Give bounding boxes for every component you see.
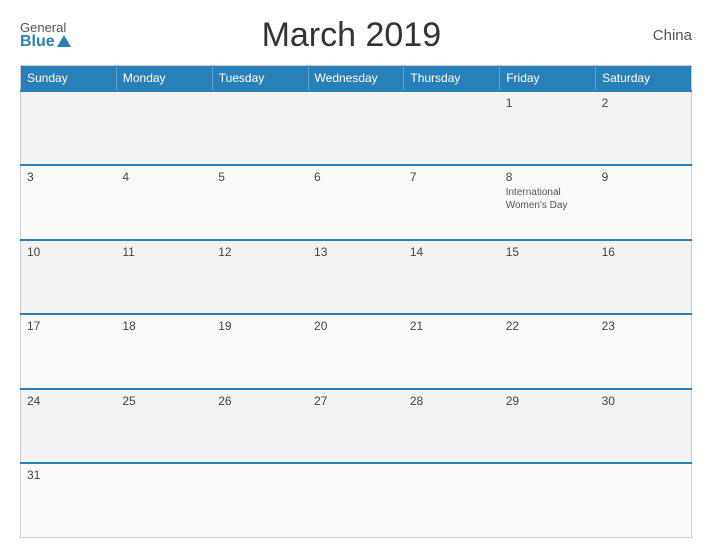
calendar-cell	[500, 463, 596, 537]
calendar-cell: 28	[404, 389, 500, 463]
calendar-cell: 12	[212, 240, 308, 314]
calendar-cell: 18	[116, 314, 212, 388]
calendar-cell: 3	[21, 165, 117, 239]
calendar-cell: 16	[596, 240, 692, 314]
week-row-2: 345678 International Women's Day 9	[21, 165, 692, 239]
calendar-cell: 24	[21, 389, 117, 463]
day-number: 13	[314, 245, 398, 259]
day-number: 28	[410, 394, 494, 408]
logo-triangle-icon	[57, 35, 71, 47]
calendar-cell: 30	[596, 389, 692, 463]
day-number: 7	[410, 170, 494, 184]
calendar-cell	[308, 463, 404, 537]
weekday-thursday: Thursday	[404, 66, 500, 92]
day-number: 14	[410, 245, 494, 259]
header: General Blue March 2019 China	[20, 16, 692, 55]
day-number: 5	[218, 170, 302, 184]
calendar-cell: 8 International Women's Day	[500, 165, 596, 239]
calendar-cell: 5	[212, 165, 308, 239]
event-label: International Women's Day	[506, 186, 590, 212]
calendar-cell: 7	[404, 165, 500, 239]
calendar-cell: 13	[308, 240, 404, 314]
calendar-cell: 21	[404, 314, 500, 388]
day-number: 27	[314, 394, 398, 408]
week-row-5: 24 25 26 27 28 29 30	[21, 389, 692, 463]
calendar-cell: 6	[308, 165, 404, 239]
calendar-cell: 19	[212, 314, 308, 388]
calendar-cell: 10	[21, 240, 117, 314]
day-number: 31	[27, 468, 110, 482]
weekday-monday: Monday	[116, 66, 212, 92]
weekday-header-row: SundayMondayTuesdayWednesdayThursdayFrid…	[21, 66, 692, 92]
logo: General Blue	[20, 21, 71, 50]
day-number: 17	[27, 319, 110, 333]
calendar-cell: 27	[308, 389, 404, 463]
day-number: 16	[602, 245, 685, 259]
weekday-tuesday: Tuesday	[212, 66, 308, 92]
day-number: 3	[27, 170, 110, 184]
calendar-cell: 20	[308, 314, 404, 388]
calendar-cell	[308, 91, 404, 165]
calendar-cell: 25	[116, 389, 212, 463]
country-label: China	[632, 27, 692, 44]
calendar-cell	[596, 463, 692, 537]
weekday-sunday: Sunday	[21, 66, 117, 92]
calendar-cell: 11	[116, 240, 212, 314]
day-number: 26	[218, 394, 302, 408]
day-number: 19	[218, 319, 302, 333]
calendar-cell: 9	[596, 165, 692, 239]
calendar-cell: 17	[21, 314, 117, 388]
weekday-friday: Friday	[500, 66, 596, 92]
day-number: 11	[122, 245, 206, 259]
calendar-cell	[116, 463, 212, 537]
calendar-cell: 14	[404, 240, 500, 314]
calendar-table: SundayMondayTuesdayWednesdayThursdayFrid…	[20, 65, 692, 538]
day-number: 15	[506, 245, 590, 259]
calendar-cell	[116, 91, 212, 165]
day-number: 8	[506, 170, 590, 184]
calendar-cell: 1	[500, 91, 596, 165]
week-row-1: 12	[21, 91, 692, 165]
day-number: 29	[506, 394, 590, 408]
calendar-cell: 26	[212, 389, 308, 463]
weekday-saturday: Saturday	[596, 66, 692, 92]
calendar-cell: 4	[116, 165, 212, 239]
day-number: 24	[27, 394, 110, 408]
logo-blue-text: Blue	[20, 34, 71, 50]
week-row-4: 17 18 19 20 21 22 23	[21, 314, 692, 388]
calendar-cell	[404, 463, 500, 537]
day-number: 25	[122, 394, 206, 408]
calendar-cell: 15	[500, 240, 596, 314]
day-number: 2	[602, 96, 685, 110]
calendar-cell: 29	[500, 389, 596, 463]
weekday-wednesday: Wednesday	[308, 66, 404, 92]
day-number: 21	[410, 319, 494, 333]
day-number: 18	[122, 319, 206, 333]
calendar-title: March 2019	[71, 16, 632, 55]
calendar-cell	[212, 463, 308, 537]
day-number: 30	[602, 394, 685, 408]
day-number: 10	[27, 245, 110, 259]
calendar-cell	[404, 91, 500, 165]
calendar-cell: 2	[596, 91, 692, 165]
day-number: 6	[314, 170, 398, 184]
week-row-3: 10 11 12 13 14 15 16	[21, 240, 692, 314]
calendar-cell: 22	[500, 314, 596, 388]
day-number: 4	[122, 170, 206, 184]
day-number: 12	[218, 245, 302, 259]
calendar-cell	[21, 91, 117, 165]
calendar-page: General Blue March 2019 China SundayMond…	[0, 0, 712, 550]
calendar-cell: 23	[596, 314, 692, 388]
day-number: 9	[602, 170, 685, 184]
calendar-cell: 31	[21, 463, 117, 537]
day-number: 20	[314, 319, 398, 333]
week-row-6: 31	[21, 463, 692, 537]
day-number: 23	[602, 319, 685, 333]
calendar-cell	[212, 91, 308, 165]
day-number: 22	[506, 319, 590, 333]
day-number: 1	[506, 96, 590, 110]
